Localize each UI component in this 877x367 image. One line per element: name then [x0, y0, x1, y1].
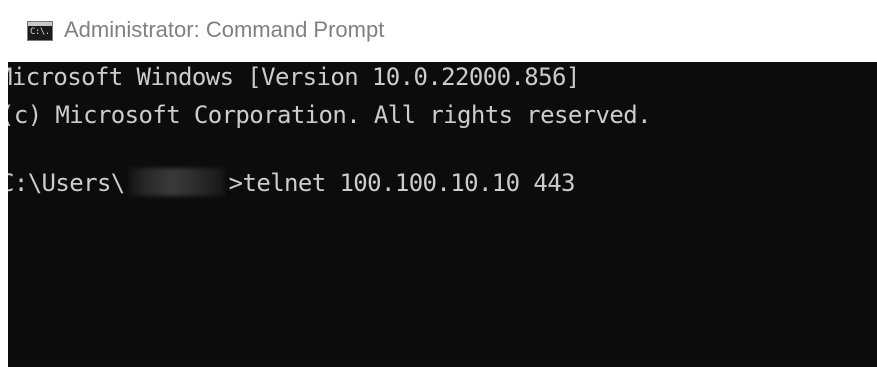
console-output-area[interactable]: Microsoft Windows [Version 10.0.22000.85… [8, 62, 877, 367]
window-title: Administrator: Command Prompt [64, 17, 385, 42]
console-prompt-line[interactable]: C:\Users\ >telnet 100.100.10.10 443 [8, 168, 575, 198]
title-bar[interactable]: C:\. Administrator: Command Prompt [0, 0, 877, 64]
command-prompt-window: C:\. Administrator: Command Prompt Micro… [0, 0, 877, 367]
cmd-console-icon: C:\. [27, 21, 53, 41]
prompt-path-prefix: C:\Users\ [8, 169, 125, 197]
prompt-command: >telnet 100.100.10.10 443 [228, 169, 576, 197]
console-line-version: Microsoft Windows [Version 10.0.22000.85… [8, 63, 580, 91]
redacted-username [128, 168, 225, 196]
icon-prompt-glyph: C:\. [30, 27, 50, 37]
console-line-copyright: (c) Microsoft Corporation. All rights re… [8, 101, 652, 129]
icon-titlebar-strip [28, 22, 52, 26]
